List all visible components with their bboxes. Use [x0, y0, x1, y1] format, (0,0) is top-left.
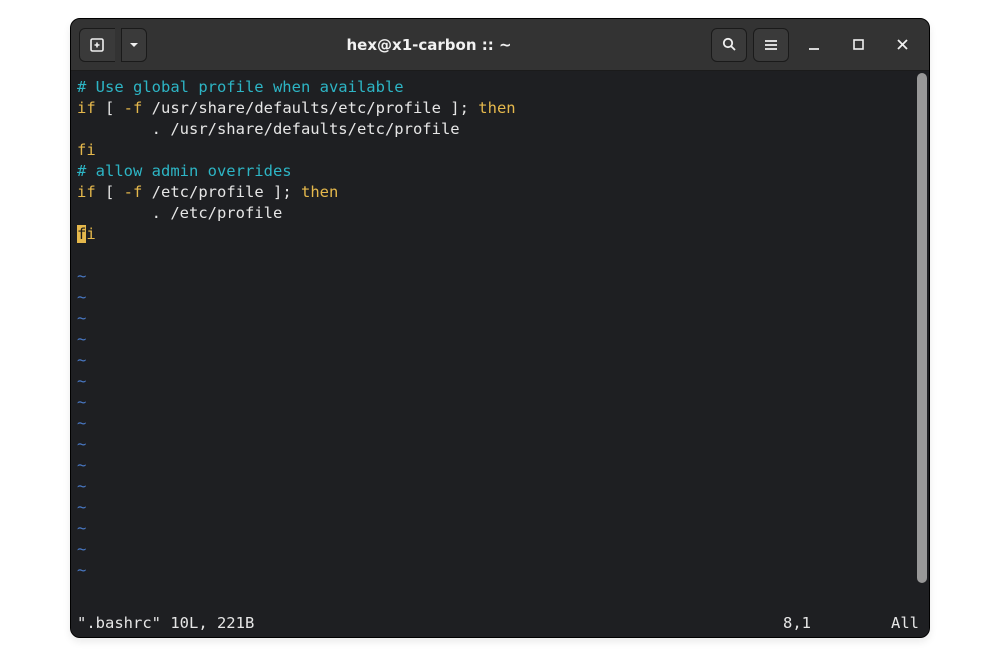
code-segment: /etc/profile ]; — [142, 183, 301, 201]
hamburger-icon — [763, 37, 779, 53]
code-segment: if — [77, 99, 105, 117]
empty-line-marker: ~ — [77, 497, 917, 518]
empty-line-marker: ~ — [77, 518, 917, 539]
empty-line-marker: ~ — [77, 539, 917, 560]
editor-line: . /etc/profile — [77, 203, 917, 224]
terminal-viewport[interactable]: # Use global profile when available if [ … — [71, 71, 917, 613]
new-tab-icon — [89, 36, 107, 54]
code-segment: -f — [124, 183, 143, 201]
terminal-body[interactable]: # Use global profile when available if [ … — [71, 71, 929, 613]
code-segment: . /etc/profile — [77, 204, 282, 222]
menu-button[interactable] — [753, 28, 789, 62]
new-tab-button[interactable] — [79, 28, 115, 62]
empty-line-marker: ~ — [77, 287, 917, 308]
close-icon — [896, 38, 909, 51]
editor-line: # allow admin overrides — [77, 161, 917, 182]
empty-line-marker: ~ — [77, 434, 917, 455]
maximize-icon — [852, 38, 865, 51]
code-segment: then — [478, 99, 515, 117]
code-segment: # allow admin overrides — [77, 162, 292, 180]
maximize-button[interactable] — [839, 28, 877, 62]
code-segment: fi — [77, 141, 96, 159]
editor-line: fi — [77, 140, 917, 161]
search-button[interactable] — [711, 28, 747, 62]
terminal-window: hex@x1-carbon :: ~ — [70, 18, 930, 638]
close-button[interactable] — [883, 28, 921, 62]
code-segment: # Use global profile when available — [77, 78, 404, 96]
window-title: hex@x1-carbon :: ~ — [347, 36, 512, 54]
status-scroll: All — [891, 614, 919, 632]
empty-line-marker: ~ — [77, 350, 917, 371]
empty-line-marker: ~ — [77, 455, 917, 476]
code-segment: if — [77, 183, 105, 201]
titlebar: hex@x1-carbon :: ~ — [71, 19, 929, 71]
minimize-icon — [807, 38, 821, 52]
editor-line: . /usr/share/defaults/etc/profile — [77, 119, 917, 140]
code-segment: [ — [105, 183, 124, 201]
chevron-down-icon — [128, 39, 140, 51]
editor-line: fi — [77, 224, 917, 245]
empty-line-marker: ~ — [77, 560, 917, 581]
editor-line: if [ -f /usr/share/defaults/etc/profile … — [77, 98, 917, 119]
minimize-button[interactable] — [795, 28, 833, 62]
vim-status-bar: ".bashrc" 10L, 221B 8,1 All — [71, 613, 929, 637]
cursor: f — [77, 225, 86, 243]
code-segment: . /usr/share/defaults/etc/profile — [77, 120, 460, 138]
empty-line-marker: ~ — [77, 266, 917, 287]
code-segment: [ — [105, 99, 124, 117]
code-segment: /usr/share/defaults/etc/profile ]; — [142, 99, 478, 117]
code-segment: i — [86, 225, 95, 243]
empty-line-marker: ~ — [77, 371, 917, 392]
empty-line-marker: ~ — [77, 308, 917, 329]
editor-line: # Use global profile when available — [77, 77, 917, 98]
empty-line-marker: ~ — [77, 476, 917, 497]
empty-line-marker: ~ — [77, 392, 917, 413]
search-icon — [721, 36, 738, 53]
empty-line-marker: ~ — [77, 413, 917, 434]
scrollbar[interactable] — [917, 73, 927, 583]
status-cursor-position: 8,1 — [783, 614, 811, 632]
code-segment: -f — [124, 99, 143, 117]
new-tab-menu-button[interactable] — [121, 28, 147, 62]
empty-line-marker: ~ — [77, 329, 917, 350]
editor-line: if [ -f /etc/profile ]; then — [77, 182, 917, 203]
code-segment: then — [301, 183, 338, 201]
status-file-info: ".bashrc" 10L, 221B — [77, 614, 254, 632]
